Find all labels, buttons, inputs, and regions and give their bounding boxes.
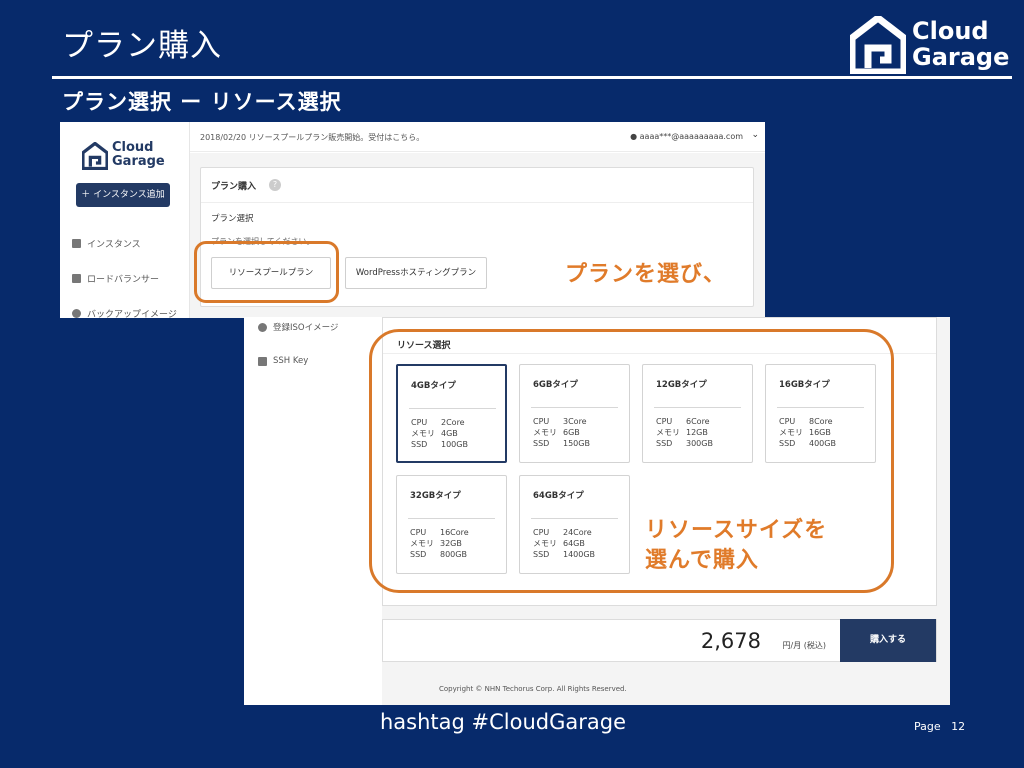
price-amount: 2,678 [700, 629, 761, 653]
plan-highlight-frame [194, 241, 339, 303]
user-email: aaaa***@aaaaaaaaa.com [639, 132, 743, 141]
announcement-link[interactable]: 2018/02/20 リソースプールプラン販売開始。受付はこちら。 [200, 132, 424, 143]
wordpress-hosting-plan-button[interactable]: WordPressホスティングプラン [345, 257, 487, 289]
cloud-icon [72, 309, 81, 318]
sidebar-item-label: バックアップイメージ [87, 310, 177, 318]
price-bar: 2,678 円/月 (税込) 購入する [382, 619, 937, 662]
price-unit: 円/月 (税込) [782, 641, 826, 650]
copyright: Copyright © NHN Techorus Corp. All Right… [439, 685, 627, 693]
server-icon [72, 239, 81, 248]
top-bar: 2018/02/20 リソースプールプラン販売開始。受付はこちら。 ● aaaa… [190, 122, 765, 152]
sidebar-logo-garage: Garage [112, 154, 165, 169]
sidebar-item-label: インスタンス [87, 240, 141, 250]
chevron-down-icon[interactable]: ⌄ [751, 130, 759, 140]
user-menu[interactable]: ● aaaa***@aaaaaaaaa.com [630, 132, 743, 141]
footer-hashtag: hashtag #CloudGarage [380, 710, 627, 734]
page-value: 12 [951, 720, 966, 733]
sidebar-item-iso-image[interactable]: 登録ISOイメージ [258, 321, 338, 333]
plan-select-label: プラン選択 [211, 214, 254, 224]
sidebar-item-label: 登録ISOイメージ [273, 323, 339, 333]
title-divider [52, 76, 1012, 79]
cloudgarage-logo: Cloud Garage [850, 16, 1015, 76]
card-title: プラン購入 [211, 182, 257, 192]
user-icon: ● [630, 132, 638, 141]
sidebar-logo-cloud: Cloud [112, 140, 154, 155]
page-number: Page 12 [914, 720, 965, 733]
sidebar-item-ssh-key[interactable]: SSH Key [258, 356, 308, 366]
disc-icon [258, 322, 267, 332]
sidebar: Cloud Garage ＋ インスタンス追加 インスタンス ロードバランサー … [60, 122, 190, 318]
slide-subtitle: プラン選択 ー リソース選択 [62, 90, 342, 114]
slide-title: プラン購入 [62, 28, 222, 64]
sidebar-logo: Cloud Garage [82, 140, 172, 174]
sidebar-item-label: ロードバランサー [87, 275, 160, 285]
callout-choose-size: リソースサイズを 選んで購入 [645, 516, 827, 576]
sidebar-item-load-balancer[interactable]: ロードバランサー [72, 272, 182, 285]
add-instance-button[interactable]: ＋ インスタンス追加 [76, 183, 170, 207]
purchase-button[interactable]: 購入する [840, 619, 936, 662]
card-divider [201, 202, 753, 203]
key-icon [258, 356, 267, 366]
house-logo-icon [82, 142, 108, 170]
callout-line: リソースサイズを [645, 518, 828, 543]
house-logo-icon [850, 16, 906, 74]
sidebar-item-label: SSH Key [273, 356, 309, 366]
sidebar-item-backup-image[interactable]: バックアップイメージ [72, 307, 182, 318]
logo-word-cloud: Cloud [912, 17, 989, 45]
sidebar-item-instances[interactable]: インスタンス [72, 237, 182, 250]
page-label: Page [914, 720, 941, 733]
logo-word-garage: Garage [912, 43, 1010, 71]
network-icon [72, 274, 81, 283]
callout-choose-plan: プランを選び、 [565, 262, 727, 287]
help-icon[interactable]: ? [269, 179, 281, 191]
callout-line: 選んで購入 [645, 548, 759, 573]
